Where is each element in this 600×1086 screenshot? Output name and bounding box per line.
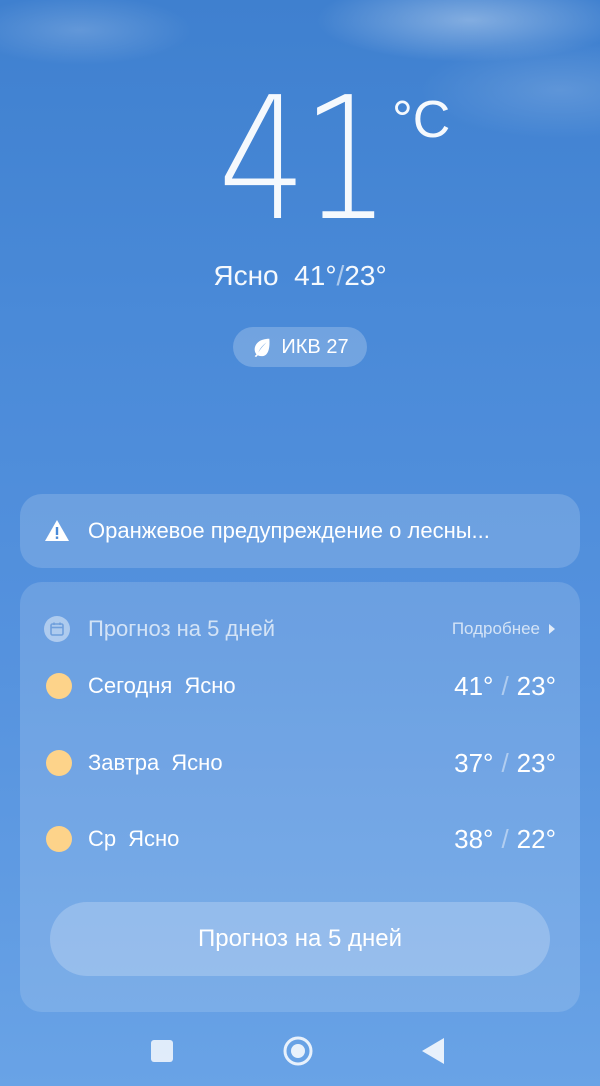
sun-icon bbox=[46, 673, 72, 699]
caret-right-icon bbox=[549, 624, 555, 634]
temp-separator: / bbox=[501, 747, 509, 778]
forecast-condition: Ясно bbox=[171, 750, 223, 775]
forecast-day: Сегодня bbox=[88, 673, 173, 698]
temp-separator: / bbox=[501, 670, 509, 701]
warning-icon bbox=[45, 520, 69, 541]
forecast-card: Прогноз на 5 дней Подробнее Сегодня Ясно… bbox=[20, 582, 580, 1012]
back-button[interactable] bbox=[420, 1036, 446, 1066]
calendar-icon bbox=[44, 616, 70, 642]
forecast-header: Прогноз на 5 дней Подробнее bbox=[44, 612, 556, 646]
aqi-label: ИКВ 27 bbox=[281, 335, 349, 358]
temp-separator: / bbox=[501, 823, 509, 854]
sun-icon bbox=[46, 750, 72, 776]
forecast-row[interactable]: Завтра Ясно 37°/23° bbox=[46, 743, 556, 783]
forecast-high: 41° bbox=[454, 670, 494, 701]
forecast-condition: Ясно bbox=[184, 673, 236, 698]
current-condition-line: Ясно 41°/23° bbox=[0, 258, 600, 294]
forecast-high: 38° bbox=[454, 823, 494, 854]
aqi-badge[interactable]: ИКВ 27 bbox=[233, 327, 367, 367]
recent-apps-button[interactable] bbox=[151, 1040, 173, 1062]
forecast-row[interactable]: Сегодня Ясно 41°/23° bbox=[46, 666, 556, 706]
forecast-low: 23° bbox=[516, 747, 556, 778]
forecast-high: 37° bbox=[454, 747, 494, 778]
system-nav-bar bbox=[0, 1022, 600, 1082]
forecast-condition: Ясно bbox=[128, 826, 180, 851]
home-button[interactable] bbox=[283, 1036, 313, 1066]
temperature-value: 41 bbox=[218, 61, 390, 259]
more-label: Подробнее bbox=[451, 619, 540, 638]
forecast-temps: 38°/22° bbox=[454, 824, 556, 855]
forecast-low: 22° bbox=[516, 823, 556, 854]
forecast-low: 23° bbox=[516, 670, 556, 701]
forecast-day: Завтра bbox=[88, 750, 160, 775]
five-day-forecast-button[interactable]: Прогноз на 5 дней bbox=[50, 902, 550, 976]
sun-icon bbox=[46, 826, 72, 852]
temperature-unit: °C bbox=[392, 91, 451, 149]
high-temp: 41° bbox=[294, 260, 337, 291]
current-temperature: 41 °C bbox=[0, 61, 600, 259]
more-link[interactable]: Подробнее bbox=[452, 619, 556, 639]
forecast-title: Прогноз на 5 дней bbox=[88, 616, 275, 641]
condition-text: Ясно bbox=[213, 260, 279, 291]
leaf-icon bbox=[255, 338, 270, 358]
forecast-temps: 41°/23° bbox=[454, 671, 556, 702]
forecast-day: Ср bbox=[88, 826, 117, 851]
low-temp: 23° bbox=[344, 260, 387, 291]
alert-text: Оранжевое предупреждение о лесны... bbox=[88, 518, 490, 543]
forecast-temps: 37°/23° bbox=[454, 748, 556, 779]
forecast-row[interactable]: Ср Ясно 38°/22° bbox=[46, 819, 556, 859]
weather-alert[interactable]: Оранжевое предупреждение о лесны... bbox=[20, 494, 580, 568]
